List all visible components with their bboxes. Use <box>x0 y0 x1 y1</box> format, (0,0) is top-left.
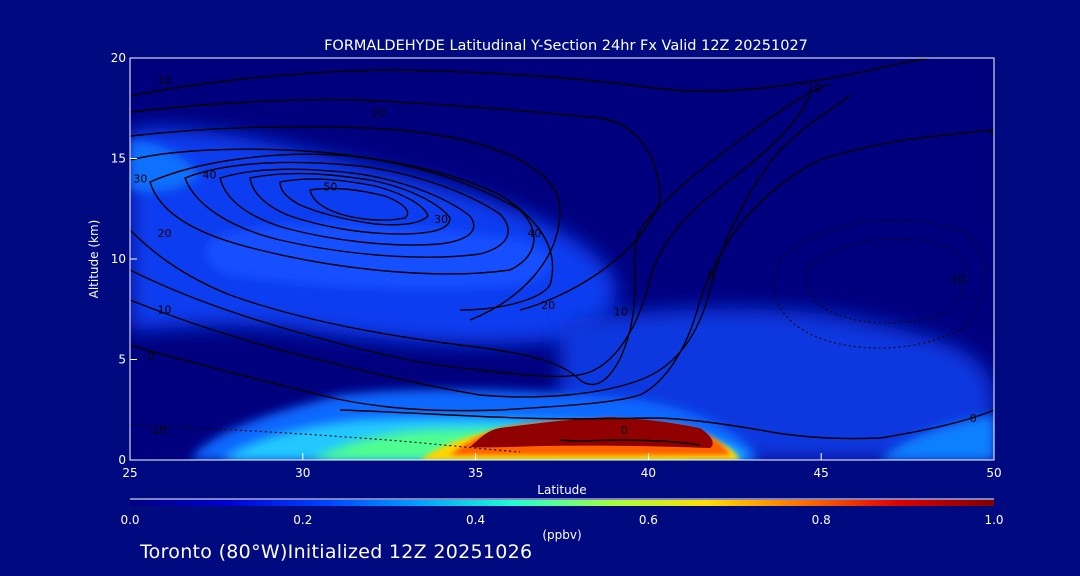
contour-label: 0 <box>970 412 977 425</box>
y-tick-label: 15 <box>111 152 126 166</box>
x-tick-label: 35 <box>468 466 483 480</box>
y-tick-label: 10 <box>111 252 126 266</box>
contour-label: 20 <box>158 227 172 240</box>
y-tick-label: 20 <box>111 51 126 65</box>
concentration-field <box>130 58 994 460</box>
contour-label: 10 <box>807 82 821 95</box>
contour-label: 20 <box>541 299 555 312</box>
y-axis-label: Altitude (km) <box>87 220 101 299</box>
footer-location: Toronto (80°W) <box>140 541 288 563</box>
x-tick-label: 30 <box>295 466 310 480</box>
contour-label: 20 <box>372 106 386 119</box>
colorbar-tick-label: 0.2 <box>293 513 312 527</box>
chart-title: FORMALDEHYDE Latitudinal Y-Section 24hr … <box>324 38 808 54</box>
footer-caption: Toronto (80°W)Initialized 12Z 20251026 <box>140 541 532 563</box>
contour-label: 10 <box>158 303 172 316</box>
y-tick-label: 0 <box>118 453 126 467</box>
contour-label: 50 <box>323 181 337 194</box>
colorbar-tick-label: 0.4 <box>466 513 485 527</box>
colorbar-tick-label: 1.0 <box>984 513 1003 527</box>
x-axis-label: Latitude <box>537 483 586 497</box>
x-tick-label: 40 <box>641 466 656 480</box>
colorbar-tick-label: 0.6 <box>639 513 658 527</box>
contour-label: 10 <box>614 305 628 318</box>
contour-label: 0 <box>147 349 154 362</box>
contour-label: 0 <box>707 269 714 282</box>
x-tick-label: 50 <box>986 466 1001 480</box>
y-tick-label: 5 <box>118 353 126 367</box>
contour-label: -10 <box>149 424 167 437</box>
contour-label: 10 <box>158 74 172 87</box>
colorbar-unit-label: (ppbv) <box>542 528 581 542</box>
footer-initialized: Initialized 12Z 20251026 <box>287 541 533 563</box>
contour-label: 40 <box>202 169 216 182</box>
colorbar <box>130 500 994 506</box>
x-tick-label: 45 <box>814 466 829 480</box>
x-tick-label: 25 <box>122 466 137 480</box>
colorbar-tick-label: 0.8 <box>812 513 831 527</box>
contour-label: 40 <box>527 227 541 240</box>
contour-label: 30 <box>133 173 147 186</box>
contour-label: -10 <box>947 273 965 286</box>
contour-label: 0 <box>621 424 628 437</box>
cross-section-chart: FORMALDEHYDE Latitudinal Y-Section 24hr … <box>0 0 1080 576</box>
contour-label: 30 <box>434 213 448 226</box>
colorbar-tick-label: 0.0 <box>120 513 139 527</box>
